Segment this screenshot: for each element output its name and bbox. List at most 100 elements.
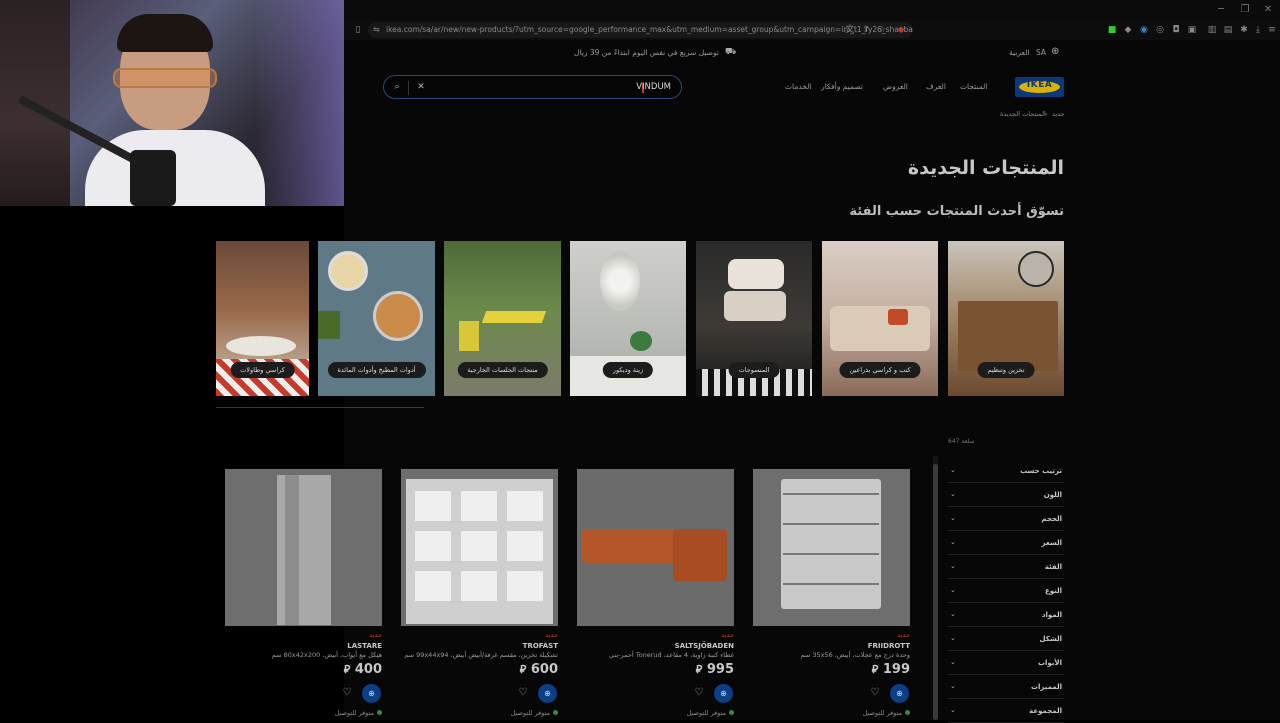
chevron-down-icon: ⌄: [950, 682, 956, 690]
chevron-down-icon: ⌄: [950, 658, 956, 666]
product-card[interactable]: جديد SALTSJÖBADEN غطاء كنبة زاوية، 4 مقا…: [577, 469, 734, 720]
product-description: غطاء كنبة زاوية، 4 مقاعد، Tonerud أحمر-ب…: [608, 651, 734, 659]
category-label: زينة وديكور: [602, 361, 654, 378]
product-card[interactable]: جديد FRIIDROTT وحدة درج مع عجلات، أبيض، …: [753, 469, 910, 720]
filter-collection[interactable]: المجموعة ⌄: [948, 699, 1064, 723]
breadcrumb-item[interactable]: جديد: [1052, 110, 1065, 118]
extensions-icon[interactable]: ✱: [1238, 24, 1250, 36]
extension-icon[interactable]: ◘: [1170, 24, 1182, 36]
category-card-storage[interactable]: تخزين وتنظيم: [948, 241, 1064, 396]
chevron-down-icon: ⌄: [950, 610, 956, 618]
category-label: كراسي وطاولات: [230, 361, 295, 378]
category-card-outdoor[interactable]: منتجات الجلسات الخارجية: [444, 241, 561, 396]
heart-icon[interactable]: ♡: [869, 687, 881, 699]
filter-category[interactable]: الفئة ⌄: [948, 555, 1064, 579]
site-info-icon[interactable]: ⇋: [373, 22, 380, 38]
share-icon[interactable]: ⇪: [860, 24, 872, 36]
search-input[interactable]: VINDUM: [636, 82, 671, 92]
availability-status: متوفر للتوصيل: [511, 709, 558, 717]
extension-icon[interactable]: ◎: [1154, 24, 1166, 36]
search-icon[interactable]: ⌕: [391, 81, 403, 93]
delivery-truck-icon: ⛟: [725, 47, 737, 57]
shield-icon[interactable]: ◆: [895, 24, 907, 36]
heart-icon[interactable]: ♡: [693, 687, 705, 699]
category-card-textiles[interactable]: المنسوجات: [696, 241, 812, 396]
close-icon[interactable]: ✕: [1258, 2, 1278, 18]
filter-features[interactable]: المميزات ⌄: [948, 675, 1064, 699]
language-selector[interactable]: العربية: [1009, 48, 1030, 57]
tab-strip: ─ ❐ ✕: [344, 0, 1280, 20]
category-label: كنب و كراسي بذراعين: [839, 361, 921, 378]
chevron-down-icon: ⌄: [950, 466, 956, 474]
filter-color[interactable]: اللون ⌄: [948, 483, 1064, 507]
restore-icon[interactable]: ❐: [1235, 2, 1255, 18]
globe-icon[interactable]: ⊕: [1051, 46, 1059, 57]
wallet-icon[interactable]: ▤: [1222, 24, 1234, 36]
bookmark-icon[interactable]: ▯: [352, 24, 364, 36]
add-to-cart-icon[interactable]: ⊕: [538, 684, 557, 703]
filters-scrollbar[interactable]: [933, 456, 938, 720]
filter-size[interactable]: الحجم ⌄: [948, 507, 1064, 531]
country-code[interactable]: SA: [1036, 48, 1046, 57]
category-label: المنسوجات: [728, 361, 780, 378]
sidebar-icon[interactable]: ▥: [1206, 24, 1218, 36]
clear-search-icon[interactable]: ✕: [415, 81, 427, 93]
category-card-sofas[interactable]: كنب و كراسي بذراعين: [822, 241, 938, 396]
nav-services[interactable]: الخدمات: [785, 82, 812, 91]
extension-icon[interactable]: ▣: [1186, 24, 1198, 36]
product-card[interactable]: جديد TROFAST تشكيلة تخزين، مقسم غرفة/أبي…: [401, 469, 558, 720]
add-to-cart-icon[interactable]: ⊕: [890, 684, 909, 703]
extension-icon[interactable]: ■: [1106, 24, 1118, 36]
filter-type[interactable]: النوع ⌄: [948, 579, 1064, 603]
nav-design-ideas[interactable]: تصميم وأفكار: [821, 82, 863, 91]
delivery-text[interactable]: توصيل سريع في نفس اليوم ابتداءً من 39 ري…: [574, 48, 719, 57]
search-bar[interactable]: ⌕ ✕ VINDUM: [383, 75, 682, 99]
nav-offers[interactable]: العروض: [883, 82, 908, 91]
nav-products[interactable]: المنتجات: [960, 82, 987, 91]
product-name[interactable]: FRIIDROTT: [868, 642, 910, 650]
nav-rooms[interactable]: الغرف: [926, 82, 946, 91]
ikea-logo[interactable]: IKEA: [1015, 77, 1064, 97]
filter-price[interactable]: السعر ⌄: [948, 531, 1064, 555]
new-badge: جديد: [721, 631, 734, 639]
product-image[interactable]: [577, 469, 734, 626]
category-card-chairs-tables[interactable]: كراسي وطاولات: [216, 241, 309, 396]
product-image[interactable]: [401, 469, 558, 626]
product-description: وحدة درج مع عجلات، أبيض، 35x56 سم: [800, 651, 910, 659]
breadcrumb-item[interactable]: المنتجات الجديدة: [1000, 110, 1046, 118]
new-badge: جديد: [545, 631, 558, 639]
heart-icon[interactable]: ♡: [341, 687, 353, 699]
menu-icon[interactable]: ≡: [1266, 24, 1278, 36]
filter-sort[interactable]: ترتيب حسب ⌄: [948, 459, 1064, 483]
filter-shape[interactable]: الشكل ⌄: [948, 627, 1064, 651]
product-description: هيكل مع أبواب، أبيض، 80x42x200 سم: [271, 651, 382, 659]
address-bar: ▯ ⇋ ikea.com/sa/ar/new/new-products/?utm…: [344, 20, 1280, 40]
chevron-down-icon: ⌄: [950, 634, 956, 642]
extension-icon[interactable]: ◉: [1138, 24, 1150, 36]
translate-icon[interactable]: 文: [844, 24, 856, 36]
add-to-cart-icon[interactable]: ⊕: [714, 684, 733, 703]
product-name[interactable]: TROFAST: [523, 642, 558, 650]
minimize-icon[interactable]: ─: [1211, 2, 1231, 18]
url-field[interactable]: ⇋ ikea.com/sa/ar/new/new-products/?utm_s…: [368, 22, 913, 38]
star-icon[interactable]: ☆: [876, 24, 888, 36]
page-title: المنتجات الجديدة: [907, 157, 1064, 179]
add-to-cart-icon[interactable]: ⊕: [362, 684, 381, 703]
download-icon[interactable]: ⤓: [1252, 24, 1264, 36]
chevron-down-icon: ⌄: [950, 514, 956, 522]
extension-icon[interactable]: ◆: [1122, 24, 1134, 36]
filter-doors[interactable]: الأبواب ⌄: [948, 651, 1064, 675]
product-image[interactable]: [753, 469, 910, 626]
product-name[interactable]: LASTARE: [347, 642, 382, 650]
category-card-decor[interactable]: زينة وديكور: [570, 241, 686, 396]
breadcrumb: جديد ‹ المنتجات الجديدة: [344, 108, 1280, 120]
heart-icon[interactable]: ♡: [517, 687, 529, 699]
product-price: ⃁ 600: [519, 662, 558, 677]
product-name[interactable]: SALTSJÖBADEN: [675, 642, 734, 650]
category-card-kitchenware[interactable]: أدوات المطبخ وأدوات المائدة: [318, 241, 435, 396]
url-text: ikea.com/sa/ar/new/new-products/?utm_sou…: [386, 25, 913, 34]
category-label: تخزين وتنظيم: [977, 361, 1035, 378]
product-image[interactable]: [225, 469, 382, 626]
filter-material[interactable]: المواد ⌄: [948, 603, 1064, 627]
product-card[interactable]: جديد LASTARE هيكل مع أبواب، أبيض، 80x42x…: [225, 469, 382, 720]
